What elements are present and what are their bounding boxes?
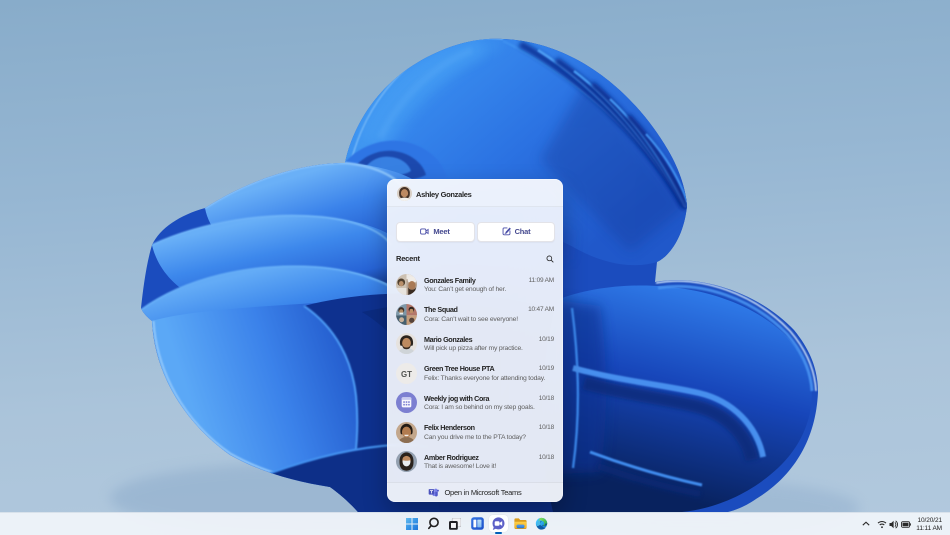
svg-text:GT: GT bbox=[401, 369, 412, 378]
